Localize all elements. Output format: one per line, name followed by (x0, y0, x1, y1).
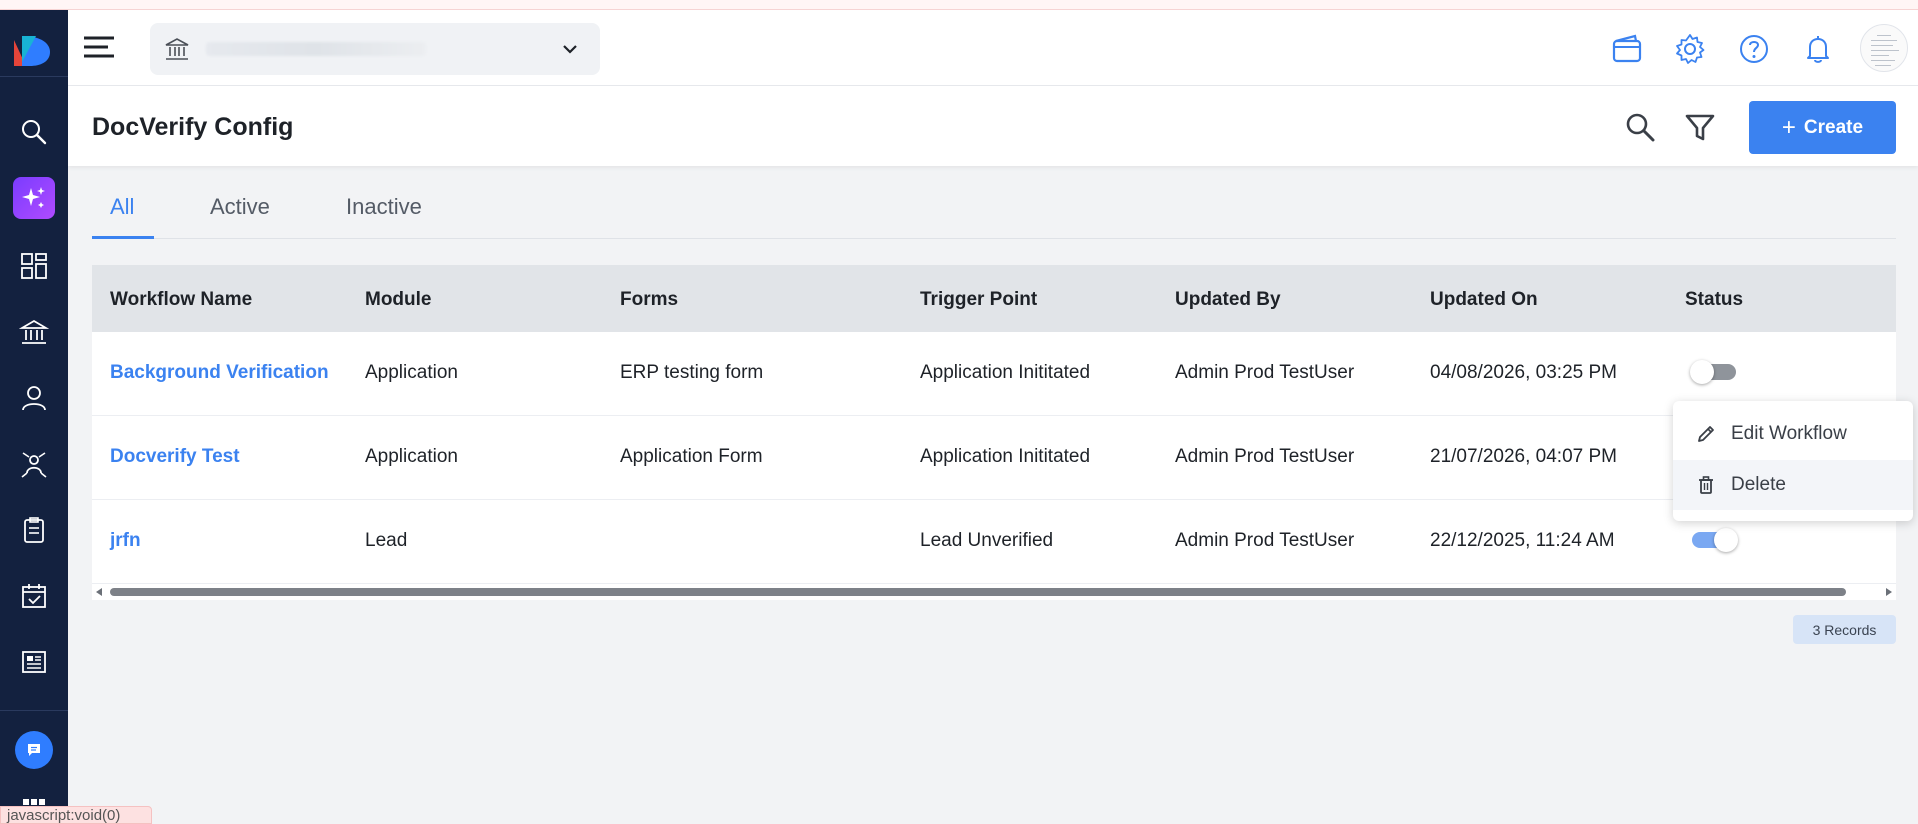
sidebar-separator (0, 76, 68, 77)
calendar-check-icon (22, 584, 46, 608)
tab-active[interactable]: Active (210, 194, 270, 220)
scroll-left-arrow[interactable] (96, 588, 102, 596)
bank-icon (19, 319, 49, 344)
gear-icon (1676, 34, 1705, 64)
table-row: jrfn Lead Lead Unverified Admin Prod Tes… (92, 500, 1896, 584)
organization-select[interactable] (150, 23, 600, 75)
chevron-down-icon (563, 45, 577, 54)
pencil-icon (1698, 426, 1714, 442)
help-icon (1740, 35, 1768, 63)
records-count-badge: 3 Records (1793, 615, 1896, 644)
edit-workflow-menu-item[interactable]: Edit Workflow (1673, 409, 1913, 459)
updated-on-cell: 22/12/2025, 11:24 AM (1430, 530, 1615, 551)
trigger-cell: Application Inititated (920, 446, 1091, 467)
workflow-name-link[interactable]: jrfn (110, 530, 141, 552)
filter-icon[interactable] (1683, 110, 1717, 144)
trigger-cell: Application Inititated (920, 362, 1091, 383)
browser-status-url: javascript:void(0) (0, 806, 152, 824)
updated-on-cell: 21/07/2026, 04:07 PM (1430, 446, 1617, 467)
toggle-knob (1690, 360, 1714, 384)
column-header[interactable]: Forms (620, 289, 678, 311)
wallet-icon (1612, 34, 1642, 63)
updated-by-cell: Admin Prod TestUser (1175, 446, 1355, 467)
row-actions-menu: Edit Workflow Delete (1673, 401, 1913, 521)
status-toggle[interactable] (1690, 360, 1736, 384)
create-button-label: Create (1803, 116, 1864, 138)
bell-icon (1807, 36, 1829, 63)
sidebar-item-network[interactable] (10, 440, 58, 488)
sidebar-item-dashboard[interactable] (10, 242, 58, 290)
forms-cell: ERP testing form (620, 362, 764, 383)
wallet-button[interactable] (1610, 32, 1644, 66)
tab-all[interactable]: All (110, 194, 134, 220)
sidebar-item-calendar[interactable] (10, 572, 58, 620)
dashboard-grid-icon (21, 253, 47, 279)
notifications-button[interactable] (1801, 32, 1835, 66)
sidebar-item-ai[interactable] (10, 174, 58, 222)
delete-label: Delete (1731, 474, 1786, 495)
workflow-name-link[interactable]: Docverify Test (110, 446, 240, 468)
organization-name-redacted (206, 42, 426, 56)
top-accent-line (0, 0, 1918, 10)
page-header: DocVerify Config + Create (68, 86, 1918, 166)
sidebar-item-users[interactable] (10, 374, 58, 422)
column-header[interactable]: Updated On (1430, 289, 1538, 311)
sidebar-item-clipboard[interactable] (10, 506, 58, 554)
module-cell: Lead (365, 530, 408, 551)
clipboard-icon (24, 517, 44, 543)
table-row: Background Verification Application ERP … (92, 332, 1896, 416)
sidebar-item-chat[interactable] (10, 726, 58, 774)
newspaper-icon (22, 651, 46, 673)
status-toggle[interactable] (1692, 528, 1738, 552)
chat-icon (28, 744, 40, 756)
table-header: Workflow Name Module Forms Trigger Point… (92, 265, 1896, 332)
delete-menu-item[interactable]: Delete (1673, 460, 1913, 510)
column-header[interactable]: Status (1685, 289, 1743, 311)
sparkle-icon (22, 187, 45, 208)
menu-icon[interactable] (82, 32, 116, 62)
updated-on-cell: 04/08/2026, 03:25 PM (1430, 362, 1617, 383)
column-header[interactable]: Workflow Name (110, 289, 252, 311)
trigger-cell: Lead Unverified (920, 530, 1054, 551)
search-icon (22, 120, 47, 145)
forms-cell: Application Form (620, 446, 763, 467)
column-header[interactable]: Trigger Point (920, 289, 1037, 311)
module-cell: Application (365, 446, 458, 467)
plus-icon: + (1781, 113, 1796, 141)
status-tabs: All Active Inactive (92, 176, 1896, 239)
user-network-icon (21, 452, 47, 478)
scrollbar-thumb[interactable] (110, 588, 1846, 596)
sidebar-item-search[interactable] (10, 108, 58, 156)
workflow-name-link[interactable]: Background Verification (110, 362, 329, 384)
sidebar-separator (0, 710, 68, 711)
column-header[interactable]: Module (365, 289, 432, 311)
page-title: DocVerify Config (92, 113, 294, 141)
tab-inactive[interactable]: Inactive (346, 194, 422, 220)
app-logo[interactable] (12, 32, 56, 70)
chat-bubble (15, 731, 53, 769)
active-tab-indicator (92, 236, 154, 239)
horizontal-scrollbar[interactable] (92, 584, 1896, 600)
create-button[interactable]: + Create (1749, 101, 1896, 154)
toggle-knob (1714, 528, 1738, 552)
avatar[interactable] (1860, 24, 1908, 72)
sidebar (0, 10, 68, 824)
user-icon (22, 386, 46, 411)
sidebar-item-reports[interactable] (10, 638, 58, 686)
updated-by-cell: Admin Prod TestUser (1175, 362, 1355, 383)
module-cell: Application (365, 362, 458, 383)
ai-sparkle-tile (13, 177, 55, 219)
table-row: Docverify Test Application Application F… (92, 416, 1896, 500)
help-button[interactable] (1737, 32, 1771, 66)
settings-button[interactable] (1673, 32, 1707, 66)
updated-by-cell: Admin Prod TestUser (1175, 530, 1355, 551)
column-header[interactable]: Updated By (1175, 289, 1281, 311)
trash-icon (1699, 476, 1713, 494)
sidebar-item-institution[interactable] (10, 308, 58, 356)
edit-workflow-label: Edit Workflow (1731, 423, 1847, 444)
scroll-right-arrow[interactable] (1886, 588, 1892, 596)
search-icon[interactable] (1623, 110, 1657, 144)
top-bar (68, 10, 1918, 86)
bank-icon (165, 38, 189, 60)
